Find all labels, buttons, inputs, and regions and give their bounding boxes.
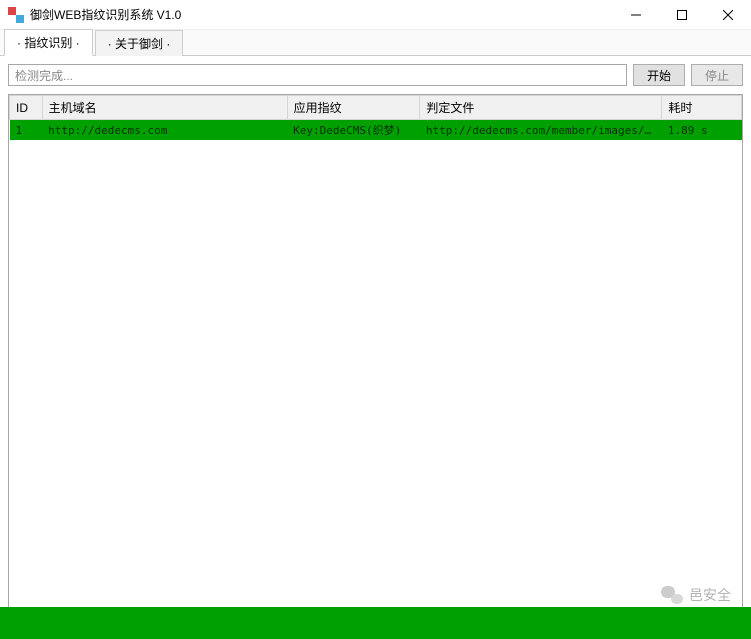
cell-id: 1: [10, 120, 43, 141]
wechat-icon: [661, 586, 683, 604]
window-title: 御剑WEB指纹识别系统 V1.0: [30, 6, 613, 23]
col-id[interactable]: ID: [10, 96, 43, 120]
stop-button: 停止: [691, 64, 743, 86]
control-bar: 开始 停止: [0, 56, 751, 94]
col-time[interactable]: 耗时: [662, 96, 742, 120]
start-button[interactable]: 开始: [633, 64, 685, 86]
col-fingerprint[interactable]: 应用指纹: [287, 96, 420, 120]
tab-strip: · 指纹识别 · · 关于御剑 ·: [0, 30, 751, 56]
tab-about[interactable]: · 关于御剑 ·: [95, 30, 184, 56]
results-table: ID 主机域名 应用指纹 判定文件 耗时 1 http://dedecms.co…: [9, 95, 742, 140]
results-grid[interactable]: ID 主机域名 应用指纹 判定文件 耗时 1 http://dedecms.co…: [8, 94, 743, 616]
watermark-text: 邑安全: [689, 585, 731, 605]
cell-file: http://dedecms.com/member/images/ba...: [420, 120, 662, 141]
cell-fingerprint: Key:DedeCMS(织梦): [287, 120, 420, 141]
col-host[interactable]: 主机域名: [42, 96, 287, 120]
cell-host: http://dedecms.com: [42, 120, 287, 141]
minimize-button[interactable]: [613, 0, 659, 30]
app-icon: [8, 7, 24, 23]
bottom-bar: [0, 607, 751, 639]
tab-fingerprint[interactable]: · 指纹识别 ·: [4, 29, 93, 56]
col-file[interactable]: 判定文件: [420, 96, 662, 120]
cell-time: 1.89 s: [662, 120, 742, 141]
status-field[interactable]: [8, 64, 627, 86]
maximize-button[interactable]: [659, 0, 705, 30]
watermark: 邑安全: [661, 585, 731, 605]
close-button[interactable]: [705, 0, 751, 30]
window-controls: [613, 0, 751, 30]
titlebar: 御剑WEB指纹识别系统 V1.0: [0, 0, 751, 30]
table-row[interactable]: 1 http://dedecms.com Key:DedeCMS(织梦) htt…: [10, 120, 742, 141]
